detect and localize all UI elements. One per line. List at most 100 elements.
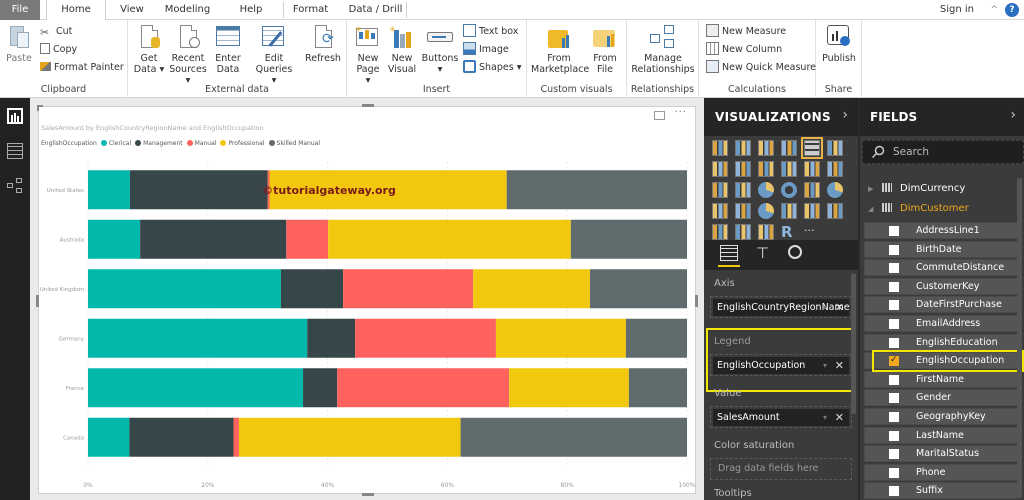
field-checkbox[interactable] — [889, 300, 899, 311]
field-checkbox[interactable] — [889, 244, 899, 255]
line-clustered-column-visual-icon[interactable] — [781, 161, 797, 177]
remove-field-icon[interactable]: ✕ — [835, 357, 844, 374]
100-stacked-column-visual-icon[interactable] — [827, 140, 843, 156]
treemap-visual-icon[interactable] — [804, 182, 820, 198]
table-dimcurrency[interactable]: ▶ DimCurrency — [868, 180, 965, 198]
sign-in-link[interactable]: Sign in — [940, 0, 974, 20]
legend-field-pill[interactable]: EnglishOccupation ▾ ✕ — [713, 357, 849, 374]
from-file-button[interactable]: From File — [589, 24, 621, 75]
field-item[interactable]: DateFirstPurchase — [864, 296, 1019, 314]
refresh-button[interactable]: ⟳ Refresh — [304, 24, 342, 64]
gauge-visual-icon[interactable] — [758, 203, 774, 219]
tab-format[interactable]: Format — [288, 0, 333, 20]
field-item[interactable]: LastName — [864, 426, 1019, 444]
field-checkbox[interactable] — [889, 374, 899, 385]
search-input[interactable] — [893, 141, 1019, 163]
field-checkbox[interactable] — [889, 319, 899, 329]
map-visual-icon[interactable] — [827, 182, 843, 198]
publish-button[interactable]: Publish — [820, 24, 858, 64]
field-checkbox[interactable] — [889, 393, 899, 404]
matrix-visual-icon[interactable] — [758, 224, 774, 240]
stacked-bar-visual[interactable]: ··· SalesAmount by EnglishCountryRegionN… — [36, 104, 698, 496]
line-visual-icon[interactable] — [712, 161, 728, 177]
field-item[interactable]: EmailAddress — [864, 315, 1019, 332]
stacked-area-visual-icon[interactable] — [758, 161, 774, 177]
copy-button[interactable]: Copy — [40, 42, 77, 58]
field-item[interactable]: EnglishEducation — [864, 333, 1019, 351]
r-script-visual-icon[interactable]: R — [781, 224, 797, 240]
fields-scrollbar[interactable] — [1017, 178, 1022, 498]
collapse-icon[interactable]: ◢ — [868, 200, 876, 218]
card-visual-icon[interactable] — [781, 203, 797, 219]
field-checkbox[interactable] — [889, 337, 899, 348]
tab-view[interactable]: View — [112, 0, 152, 20]
new-visual-button[interactable]: ✳ New Visual — [387, 24, 417, 75]
field-item[interactable]: MaritalStatus — [864, 445, 1019, 463]
line-stacked-column-visual-icon[interactable] — [804, 161, 820, 177]
field-item[interactable]: FirstName — [864, 370, 1019, 388]
100-stacked-bar-visual-icon[interactable] — [801, 137, 823, 159]
tab-file[interactable]: File — [0, 0, 40, 20]
value-well[interactable]: SalesAmount ▾ ✕ — [710, 406, 852, 428]
format-painter-button[interactable]: Format Painter — [40, 60, 124, 76]
pie-visual-icon[interactable] — [758, 182, 774, 198]
get-data-button[interactable]: Get Data ▾ — [132, 24, 166, 75]
stacked-bar-visual-icon[interactable] — [712, 140, 728, 156]
new-quick-measure-button[interactable]: New Quick Measure — [706, 60, 816, 76]
visualizations-scrollbar[interactable] — [851, 274, 856, 414]
value-field-pill[interactable]: SalesAmount ▾ ✕ — [713, 409, 849, 426]
report-view-icon[interactable] — [7, 108, 23, 124]
color-saturation-dropzone[interactable]: Drag data fields here — [710, 458, 852, 480]
field-item[interactable]: AddressLine1 — [864, 222, 1019, 239]
more-visual-icon[interactable]: ··· — [804, 224, 820, 240]
expand-icon[interactable]: ▶ — [868, 180, 876, 198]
table-dimcustomer[interactable]: ◢ DimCustomer — [868, 200, 969, 218]
remove-field-icon[interactable]: ✕ — [835, 409, 844, 426]
field-checkbox[interactable] — [889, 412, 899, 422]
new-column-button[interactable]: New Column — [706, 42, 782, 58]
field-checkbox[interactable] — [889, 449, 899, 460]
chevron-down-icon[interactable]: ▾ — [823, 299, 827, 316]
collapse-fields-icon[interactable]: › — [1010, 107, 1016, 123]
legend-well[interactable]: EnglishOccupation ▾ ✕ — [710, 354, 852, 376]
filled-map-visual-icon[interactable] — [712, 203, 728, 219]
new-measure-button[interactable]: New Measure — [706, 24, 786, 40]
tab-data-drill[interactable]: Data / Drill — [343, 0, 408, 20]
ribbon-visual-icon[interactable] — [827, 161, 843, 177]
multi-row-card-visual-icon[interactable] — [804, 203, 820, 219]
format-paint-roller-icon[interactable]: ⊤ — [756, 244, 769, 262]
table-visual-icon[interactable] — [735, 224, 751, 240]
field-checkbox[interactable] — [889, 430, 899, 441]
tab-modeling[interactable]: Modeling — [160, 0, 215, 20]
remove-field-icon[interactable]: ✕ — [835, 299, 844, 316]
field-checkbox[interactable] — [889, 486, 899, 497]
field-item[interactable]: Suffix — [864, 482, 1019, 500]
analytics-magnifier-icon[interactable] — [788, 245, 802, 259]
donut-visual-icon[interactable] — [781, 182, 797, 198]
field-checkbox[interactable] — [889, 281, 899, 292]
slicer-visual-icon[interactable] — [712, 224, 728, 240]
relationships-view-icon[interactable] — [7, 178, 23, 194]
help-icon[interactable]: ? — [1005, 3, 1019, 17]
field-item[interactable]: Gender — [864, 389, 1019, 407]
manage-relationships-button[interactable]: Manage Relationships — [629, 24, 697, 75]
text-box-button[interactable]: Text box — [463, 24, 518, 40]
area-visual-icon[interactable] — [735, 161, 751, 177]
image-button[interactable]: Image — [463, 42, 509, 58]
scatter-visual-icon[interactable] — [735, 182, 751, 198]
data-view-icon[interactable] — [7, 143, 23, 159]
tab-home[interactable]: Home — [46, 0, 106, 21]
buttons-button[interactable]: Buttons ▾ — [421, 24, 459, 75]
from-marketplace-button[interactable]: From Marketplace — [531, 24, 589, 75]
chevron-down-icon[interactable]: ▾ — [823, 409, 827, 426]
clustered-bar-visual-icon[interactable] — [758, 140, 774, 156]
paste-button[interactable]: Paste — [4, 24, 34, 64]
tab-help[interactable]: Help — [232, 0, 270, 20]
field-item[interactable]: CommuteDistance — [864, 259, 1019, 277]
field-checkbox[interactable] — [889, 226, 899, 236]
field-checkbox[interactable] — [889, 467, 899, 478]
funnel-visual-icon[interactable] — [735, 203, 751, 219]
clustered-column-visual-icon[interactable] — [781, 140, 797, 156]
field-item[interactable]: Phone — [864, 463, 1019, 481]
field-checkbox[interactable] — [889, 263, 899, 274]
